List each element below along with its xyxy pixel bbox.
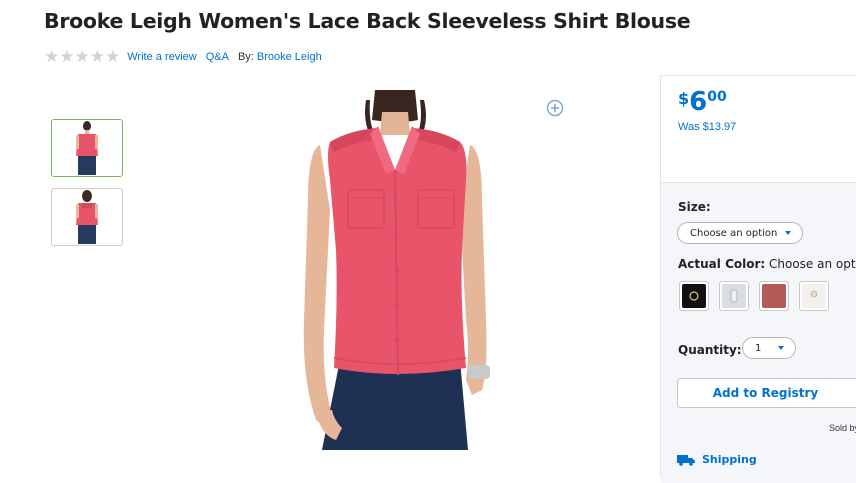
thumbnail-front[interactable] — [51, 119, 123, 177]
size-select[interactable]: Choose an option — [677, 222, 803, 244]
shipping-link[interactable]: Shipping — [677, 453, 757, 466]
price-area: $600 Was $13.97 — [661, 76, 856, 181]
swatch-black-fill — [682, 284, 706, 308]
thumbnail-back[interactable] — [51, 188, 123, 246]
color-choose-text: Choose an option — [769, 257, 856, 271]
buy-box: $600 Was $13.97 Size: Choose an option A… — [660, 75, 856, 483]
price-cents: 00 — [707, 89, 727, 105]
swatch-rose[interactable] — [759, 281, 789, 311]
sold-by-label: Sold by — [829, 423, 856, 433]
garment-icon — [730, 289, 738, 303]
size-select-value: Choose an option — [690, 227, 778, 239]
star-icon: ★ — [59, 46, 75, 67]
star-icon: ★ — [74, 46, 90, 67]
chevron-down-icon — [785, 231, 791, 235]
product-options: Size: Choose an option Actual Color: Cho… — [661, 182, 856, 483]
product-main-image — [303, 90, 490, 450]
swatch-rose-fill — [762, 284, 786, 308]
brand-link[interactable]: Brooke Leigh — [257, 51, 322, 63]
write-review-link[interactable]: Write a review — [127, 51, 196, 63]
swatch-black[interactable] — [679, 281, 709, 311]
plus-circle-icon — [546, 99, 564, 117]
star-icon: ★ — [89, 46, 105, 67]
garment-icon — [810, 290, 818, 298]
garment-icon — [689, 291, 699, 301]
swatch-white-fill — [802, 284, 826, 308]
price-currency: $ — [678, 89, 690, 108]
chevron-down-icon — [778, 346, 784, 350]
qa-link[interactable]: Q&A — [206, 51, 229, 63]
thumbnail-front-image — [76, 121, 98, 175]
size-label: Size: — [678, 200, 711, 214]
shipping-label: Shipping — [702, 453, 757, 466]
product-meta: ★ ★ ★ ★ ★ Write a review Q&A By: Brooke … — [44, 48, 331, 66]
star-icon: ★ — [44, 46, 60, 67]
swatch-white[interactable] — [799, 281, 829, 311]
price: $600 — [678, 88, 727, 116]
price-dollars: 6 — [689, 87, 708, 117]
color-label: Actual Color: — [678, 257, 766, 271]
quantity-select-value: 1 — [755, 342, 762, 354]
zoom-icon[interactable] — [546, 99, 564, 117]
thumbnail-back-image — [76, 190, 98, 244]
star-icon: ★ — [105, 46, 121, 67]
truck-icon — [677, 454, 695, 466]
brand-by-label: By: — [237, 51, 254, 63]
swatch-light-gray[interactable] — [719, 281, 749, 311]
swatch-light-gray-fill — [722, 284, 746, 308]
add-to-registry-button[interactable]: Add to Registry — [677, 378, 856, 408]
product-title: Brooke Leigh Women's Lace Back Sleeveles… — [44, 9, 691, 33]
quantity-label: Quantity: — [678, 343, 742, 357]
rating-stars[interactable]: ★ ★ ★ ★ ★ — [44, 46, 121, 67]
quantity-select[interactable]: 1 — [742, 337, 796, 359]
was-price: Was $13.97 — [678, 121, 737, 133]
